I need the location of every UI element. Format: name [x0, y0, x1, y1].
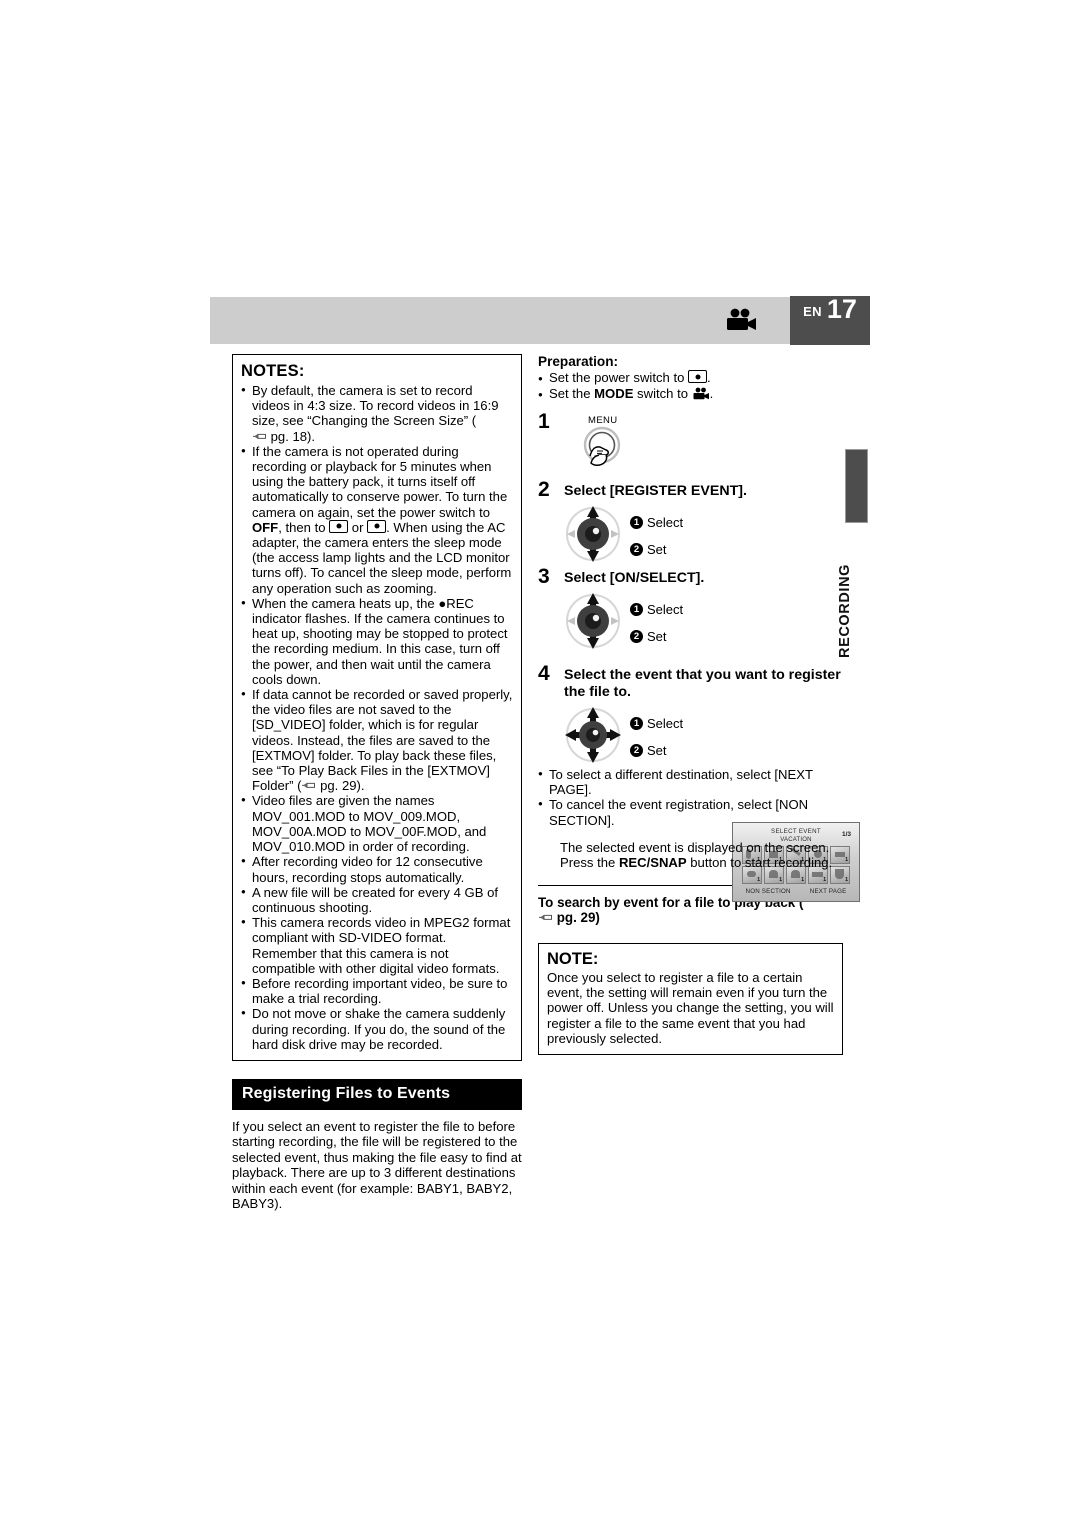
pointing-hand-icon — [539, 915, 552, 921]
joystick-icon — [566, 506, 620, 562]
video-mode-icon — [693, 387, 709, 400]
notes-item: A new file will be created for every 4 G… — [241, 884, 513, 915]
step-number: 2 — [538, 478, 550, 501]
page-reference: pg. 18 — [252, 429, 307, 444]
section-header-bar: Registering Files to Events — [232, 1078, 522, 1110]
joystick-callout-set: 2 Set — [630, 536, 683, 563]
lcd-cell-badge: 1 — [845, 877, 848, 883]
joystick-callouts: 1 Select 2 Set — [630, 589, 683, 650]
step4-result-text: The selected event is displayed on the s… — [560, 839, 833, 871]
joystick-callout-group: 1 Select 2 Set SELECT EVENT 1/3 VACATION… — [560, 589, 860, 902]
note-box-body: Once you select to register a file to a … — [547, 969, 834, 1046]
language-code: EN — [803, 304, 822, 319]
joystick-icon — [565, 707, 621, 763]
preparation-title: Preparation: — [538, 354, 619, 369]
callout-marker-1: 1 — [630, 603, 643, 616]
step-3: 3 Select [ON/SELECT]. 1 Select 2 Set SEL… — [538, 566, 860, 902]
joystick-callout-set: 2 Set — [630, 737, 683, 764]
callout-marker-2: 2 — [630, 744, 643, 757]
callout-label-select: Select — [647, 515, 684, 530]
notes-item: After recording video for 12 consecutive… — [241, 853, 513, 884]
page-number: 17 — [826, 294, 857, 324]
preparation-list: Set the power switch to . Set the MODE s… — [538, 370, 843, 403]
step-title: Select [ON/SELECT]. — [564, 570, 705, 586]
callout-label-select: Select — [647, 716, 684, 731]
page-reference: pg. 29 — [538, 910, 595, 925]
joystick-icon — [566, 593, 620, 649]
lcd-footer-next-page[interactable]: NEXT PAGE — [810, 888, 847, 895]
notes-item: Video files are given the names MOV_001.… — [241, 792, 513, 854]
record-switch-icon — [688, 370, 708, 383]
right-column: Preparation: Set the power switch to . S… — [538, 354, 860, 1056]
lcd-cell-badge: 1 — [801, 877, 804, 883]
step-4: 4 Select the event that you want to regi… — [538, 663, 843, 871]
notes-title: NOTES: — [241, 362, 305, 380]
joystick-callouts: 1 Select 2 Set — [630, 502, 683, 563]
callout-label-set: Set — [647, 743, 667, 758]
notes-item: When the camera heats up, the ●REC indic… — [241, 595, 513, 687]
step-number: 4 — [538, 662, 550, 685]
left-column: NOTES: By default, the camera is set to … — [232, 354, 522, 1211]
notes-item: Do not move or shake the camera suddenly… — [241, 1005, 513, 1052]
manual-page: EN 17 RECORDING NOTES: By default, the c… — [0, 0, 1080, 1528]
step4-note-item: To select a different destination, selec… — [538, 766, 843, 797]
menu-button-label: MENU — [588, 415, 618, 426]
notes-list: By default, the camera is set to record … — [241, 382, 513, 1052]
joystick-callout-group: 1 Select 2 Set — [560, 502, 843, 566]
joystick-callout-set: 2 Set — [630, 623, 683, 650]
pointing-hand-icon — [302, 783, 316, 789]
record-switch-icon — [367, 519, 387, 533]
preparation-item: Set the MODE switch to . — [538, 386, 843, 403]
page-number-badge: EN 17 — [790, 296, 870, 345]
joystick-callout-select: 1 Select — [630, 509, 683, 536]
joystick-callout-group: 1 Select 2 Set — [560, 703, 843, 767]
callout-marker-1: 1 — [630, 516, 643, 529]
lcd-cell-badge: 1 — [757, 877, 760, 883]
preparation-item: Set the power switch to . — [538, 370, 843, 387]
notes-item: If the camera is not operated during rec… — [241, 443, 513, 596]
notes-item: Before recording important video, be sur… — [241, 975, 513, 1006]
pointing-hand-icon — [253, 433, 266, 439]
menu-button-illustration: MENU — [572, 415, 662, 477]
note-box-title: NOTE: — [547, 949, 599, 968]
section-title: Registering Files to Events — [242, 1084, 451, 1102]
step-title: Select the event that you want to regist… — [564, 667, 841, 700]
step-title: Select [REGISTER EVENT]. — [564, 483, 747, 499]
video-camera-icon — [727, 308, 756, 330]
playback-switch-icon — [329, 519, 349, 533]
step-2: 2 Select [REGISTER EVENT]. 1 Select 2 Se… — [538, 479, 843, 566]
menu-button-graphic — [583, 426, 621, 466]
lcd-page-indicator: 1/3 — [841, 831, 851, 838]
lcd-cell-badge: 1 — [823, 877, 826, 883]
note-box: NOTE: Once you select to register a file… — [538, 942, 843, 1056]
page-header-bar — [210, 297, 870, 344]
step-1: 1 MENU — [538, 411, 843, 477]
lcd-footer: NON SECTION NEXT PAGE — [736, 888, 856, 895]
callout-label-set: Set — [647, 629, 667, 644]
notes-item: This camera records video in MPEG2 forma… — [241, 914, 513, 976]
notes-box: NOTES: By default, the camera is set to … — [232, 354, 522, 1061]
callout-label-select: Select — [647, 602, 684, 617]
page-reference: pg. 29 — [301, 778, 357, 793]
callout-marker-2: 2 — [630, 630, 643, 643]
callout-label-set: Set — [647, 542, 667, 557]
notes-item: If data cannot be recorded or saved prop… — [241, 686, 513, 793]
section-body: If you select an event to register the f… — [232, 1118, 522, 1211]
callout-marker-1: 1 — [630, 717, 643, 730]
notes-item: By default, the camera is set to record … — [241, 382, 513, 444]
lcd-cell-badge: 1 — [845, 857, 848, 863]
step4-note-item: To cancel the event registration, select… — [538, 796, 843, 827]
lcd-cell-badge: 1 — [779, 877, 782, 883]
joystick-callout-select: 1 Select — [630, 710, 683, 737]
step4-notes-list: To select a different destination, selec… — [538, 766, 843, 828]
joystick-callouts: 1 Select 2 Set — [630, 703, 683, 764]
lcd-footer-non-section[interactable]: NON SECTION — [746, 888, 791, 895]
step-number: 3 — [538, 565, 550, 588]
callout-marker-2: 2 — [630, 543, 643, 556]
step-number: 1 — [538, 410, 550, 433]
joystick-callout-select: 1 Select — [630, 596, 683, 623]
